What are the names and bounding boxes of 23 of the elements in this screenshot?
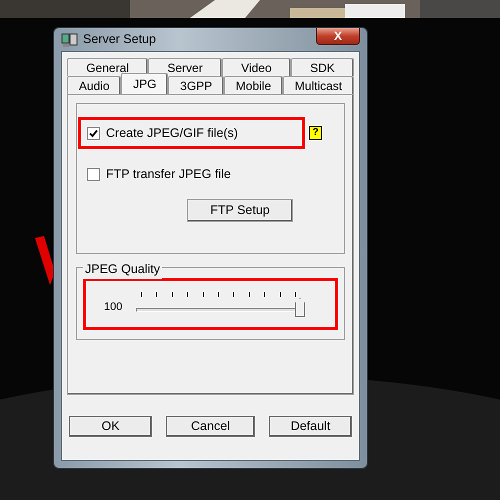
help-icon[interactable]: ? (309, 126, 322, 140)
tab[interactable]: Server (148, 58, 222, 76)
tab[interactable]: Audio (67, 76, 122, 94)
ftp-setup-button[interactable]: FTP Setup (187, 199, 293, 222)
checkbox[interactable] (87, 126, 100, 140)
tab[interactable]: Video (222, 58, 291, 76)
slider-thumb[interactable] (295, 298, 305, 317)
tab[interactable]: 3GPP (168, 76, 224, 94)
close-button[interactable]: X (316, 28, 360, 45)
checkbox-label[interactable]: FTP transfer JPEG file (106, 164, 231, 184)
tab[interactable]: JPG (121, 73, 168, 94)
tab[interactable]: Multicast (282, 76, 354, 94)
slider-reading: 100 (104, 300, 124, 315)
window-title: Server Setup (83, 31, 156, 48)
computers-icon (61, 32, 79, 48)
dialog-button[interactable]: OK (69, 416, 152, 437)
checkbox-label[interactable]: Create JPEG/GIF file(s) (106, 124, 238, 142)
dialog-button[interactable]: Default (269, 416, 352, 437)
dialog-button[interactable]: Cancel (166, 416, 255, 437)
tab[interactable]: General (67, 58, 148, 76)
checkbox[interactable] (87, 168, 100, 180)
tab[interactable]: SDK (290, 58, 354, 76)
tab[interactable]: Mobile (224, 76, 283, 94)
